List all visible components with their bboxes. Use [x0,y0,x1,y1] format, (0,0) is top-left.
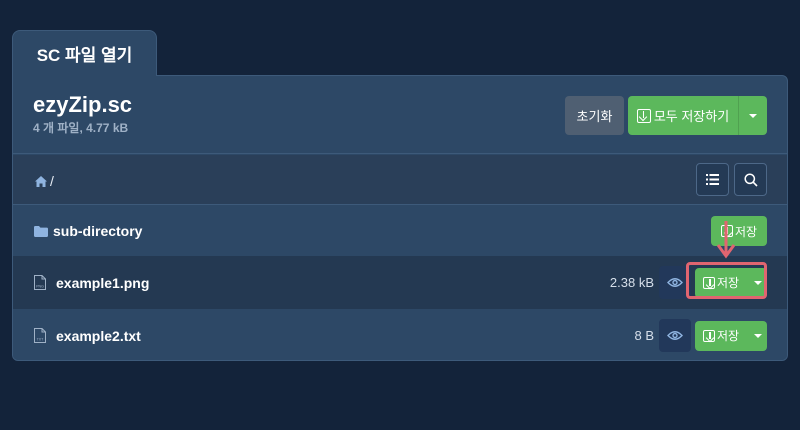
tab-label: SC 파일 열기 [36,46,133,65]
save-dropdown-toggle[interactable] [749,268,767,298]
list-item-directory[interactable]: sub-directory 저장 [13,206,787,256]
file-size: 2.38 kB [609,275,654,290]
breadcrumb-path: / [50,173,54,189]
list-icon [706,174,719,185]
reset-label: 초기화 [576,109,613,124]
download-icon [703,276,715,289]
folder-icon [34,225,48,237]
save-all-label: 모두 저장하기 [653,109,730,124]
save-label: 저장 [734,224,758,239]
download-icon [636,108,651,123]
save-dropdown-toggle[interactable] [749,321,767,351]
save-file-button[interactable]: 저장 [695,267,767,298]
txt-file-icon: TXT [34,328,46,343]
download-icon [703,329,715,342]
archive-name: ezyZip.sc [33,92,133,117]
annotation-arrow-icon [716,221,736,259]
file-size: 8 B [634,328,654,343]
search-icon [743,172,758,187]
svg-text:TXT: TXT [37,338,45,342]
reset-button[interactable]: 초기화 [565,96,624,135]
eye-icon [667,278,683,287]
caret-down-icon [754,280,762,285]
path-toolbar: / [13,155,787,205]
save-label: 저장 [717,329,740,343]
directory-name[interactable]: sub-directory [53,223,142,239]
preview-button[interactable] [659,266,691,299]
archive-summary: 4 개 파일, 4.77 kB [33,121,129,135]
list-item-file[interactable]: PNG example1.png 2.38 kB 저장 [13,256,787,309]
tab-open-sc-file[interactable]: SC 파일 열기 [12,30,157,76]
caret-down-icon [754,333,762,338]
png-file-icon: PNG [34,275,46,290]
save-all-dropdown-toggle[interactable] [738,96,767,135]
save-all-main[interactable]: 모두 저장하기 [628,96,738,135]
list-item-file[interactable]: TXT example2.txt 8 B 저장 [13,309,787,360]
save-file-button[interactable]: 저장 [695,320,767,351]
archive-panel: ezyZip.sc 4 개 파일, 4.77 kB 초기화 모두 저장하기 / … [12,75,788,361]
search-button[interactable] [734,163,767,196]
file-name[interactable]: example1.png [56,275,149,291]
save-label: 저장 [717,276,740,290]
file-name[interactable]: example2.txt [56,328,141,344]
eye-icon [667,331,683,340]
save-all-button[interactable]: 모두 저장하기 [628,96,767,135]
caret-down-icon [749,113,757,118]
home-icon[interactable] [35,176,47,187]
svg-text:PNG: PNG [36,285,44,289]
list-view-button[interactable] [696,163,729,196]
archive-header: ezyZip.sc 4 개 파일, 4.77 kB 초기화 모두 저장하기 [13,76,787,154]
preview-button[interactable] [659,319,691,352]
